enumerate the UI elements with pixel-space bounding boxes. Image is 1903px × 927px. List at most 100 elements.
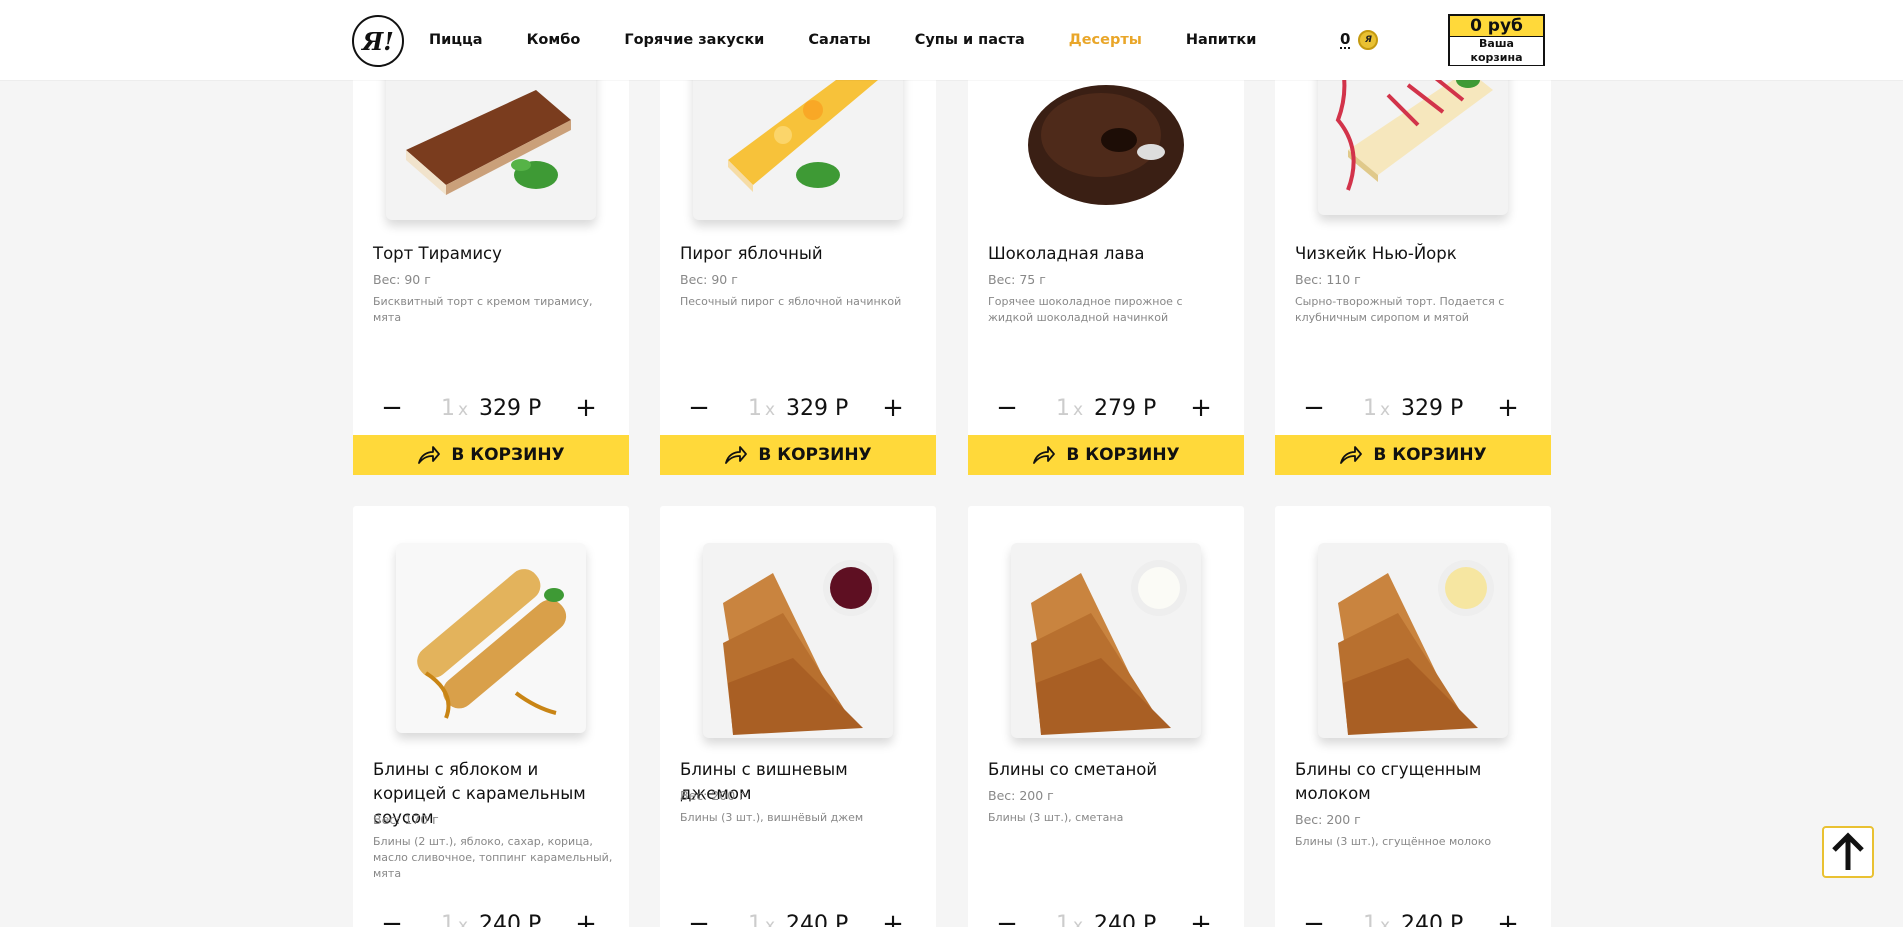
quantity-stepper: − 1x 329 Р + [1275,395,1551,423]
product-weight: Вес: 200 г [1295,812,1361,827]
product-description: Горячее шоколадное пирожное с жидкой шок… [988,295,1183,324]
decrease-button[interactable]: − [992,911,1022,927]
add-to-cart-label: В КОРЗИНУ [1373,445,1487,465]
nav-hot-snacks[interactable]: Горячие закуски [624,32,764,48]
product-name: Блины со сметаной [988,760,1158,779]
decrease-button[interactable]: − [377,395,407,423]
coins-count: 0 [1340,30,1351,49]
add-to-cart-button[interactable]: В КОРЗИНУ [353,435,629,475]
product-image [1011,543,1201,738]
product-price: 279 Р [1094,396,1157,421]
cart-label: Ваша корзина [1450,35,1543,65]
product-description: Блины (3 шт.), сметана [988,811,1124,824]
product-name: Торт Тирамису [373,244,502,263]
add-to-cart-button[interactable]: В КОРЗИНУ [968,435,1244,475]
share-arrow-icon [1340,446,1363,464]
bonus-coins[interactable]: 0 Я [1340,30,1379,50]
product-name: Чизкейк Нью-Йорк [1295,244,1457,263]
nav-pizza[interactable]: Пицца [429,32,483,48]
product-price: 329 Р [1401,396,1464,421]
nav-drinks[interactable]: Напитки [1186,32,1257,48]
site-header: Я! Пицца Комбо Горячие закуски Салаты Су… [0,0,1903,80]
product-weight: Вес: 200 г [988,788,1054,803]
scroll-to-top-button[interactable] [1822,826,1874,878]
product-price: 240 Р [479,912,542,927]
add-to-cart-label: В КОРЗИНУ [1066,445,1180,465]
quantity-stepper: − 1x 240 Р + [1275,911,1551,927]
decrease-button[interactable]: − [1299,395,1329,423]
coin-icon: Я [1358,30,1379,50]
cart-button[interactable]: 0 руб Ваша корзина [1448,14,1545,66]
nav-combo[interactable]: Комбо [527,32,581,48]
increase-button[interactable]: + [878,395,908,423]
product-description: Песочный пирог с яблочной начинкой [680,295,902,308]
logo[interactable]: Я! [352,15,404,67]
product-card: Блины со сгущенным молоком Вес: 200 г Бл… [1275,506,1551,927]
product-price: 329 Р [479,396,542,421]
product-image [1318,543,1508,738]
product-weight: Вес: 90 г [373,272,431,287]
increase-button[interactable]: + [571,395,601,423]
share-arrow-icon [1033,446,1056,464]
increase-button[interactable]: + [1493,395,1523,423]
product-price: 240 Р [1094,912,1157,927]
quantity-value: 1x [1363,912,1391,927]
product-price: 240 Р [1401,912,1464,927]
share-arrow-icon [418,446,441,464]
quantity-value: 1x [441,396,469,421]
quantity-stepper: − 1x 329 Р + [353,395,629,423]
product-weight: Вес: 170 г [373,812,439,827]
increase-button[interactable]: + [1493,911,1523,927]
increase-button[interactable]: + [1186,911,1216,927]
product-weight: Вес: 200 г [680,788,746,803]
quantity-stepper: − 1x 329 Р + [660,395,936,423]
decrease-button[interactable]: − [684,911,714,927]
decrease-button[interactable]: − [684,395,714,423]
product-card: Блины со сметаной Вес: 200 г Блины (3 шт… [968,506,1244,927]
increase-button[interactable]: + [571,911,601,927]
increase-button[interactable]: + [878,911,908,927]
quantity-value: 1x [441,912,469,927]
product-price: 329 Р [786,396,849,421]
quantity-value: 1x [748,912,776,927]
product-weight: Вес: 75 г [988,272,1046,287]
quantity-value: 1x [1363,396,1391,421]
quantity-value: 1x [1056,396,1084,421]
product-card: Блины с яблоком и корицей с карамельным … [353,506,629,927]
add-to-cart-button[interactable]: В КОРЗИНУ [660,435,936,475]
nav-salads[interactable]: Салаты [808,32,870,48]
main-nav: Пицца Комбо Горячие закуски Салаты Супы … [429,0,1300,80]
quantity-stepper: − 1x 240 Р + [660,911,936,927]
arrow-up-icon [1832,832,1864,870]
nav-soups-pasta[interactable]: Супы и паста [915,32,1025,48]
product-description: Бисквитный торт с кремом тирамису, мята [373,295,593,324]
product-name: Блины со сгущенным молоком [1295,760,1482,803]
quantity-value: 1x [748,396,776,421]
increase-button[interactable]: + [1186,395,1216,423]
quantity-value: 1x [1056,912,1084,927]
product-description: Блины (2 шт.), яблоко, сахар, корица, ма… [373,835,613,880]
share-arrow-icon [725,446,748,464]
product-image [396,543,586,733]
add-to-cart-label: В КОРЗИНУ [451,445,565,465]
product-weight: Вес: 90 г [680,272,738,287]
product-card: Блины с вишневым джемом Вес: 200 г Блины… [660,506,936,927]
product-description: Блины (3 шт.), вишнёвый джем [680,811,864,824]
product-description: Сырно-творожный торт. Подается с клубнич… [1295,295,1505,324]
cart-sum: 0 руб [1470,15,1523,36]
add-to-cart-label: В КОРЗИНУ [758,445,872,465]
quantity-stepper: − 1x 240 Р + [353,911,629,927]
decrease-button[interactable]: − [1299,911,1329,927]
decrease-button[interactable]: − [992,395,1022,423]
product-price: 240 Р [786,912,849,927]
product-name: Шоколадная лава [988,244,1145,263]
nav-desserts[interactable]: Десерты [1069,32,1142,48]
product-weight: Вес: 110 г [1295,272,1361,287]
product-description: Блины (3 шт.), сгущённое молоко [1295,835,1492,848]
quantity-stepper: − 1x 279 Р + [968,395,1244,423]
product-image [703,543,893,738]
decrease-button[interactable]: − [377,911,407,927]
product-name: Пирог яблочный [680,244,823,263]
add-to-cart-button[interactable]: В КОРЗИНУ [1275,435,1551,475]
quantity-stepper: − 1x 240 Р + [968,911,1244,927]
